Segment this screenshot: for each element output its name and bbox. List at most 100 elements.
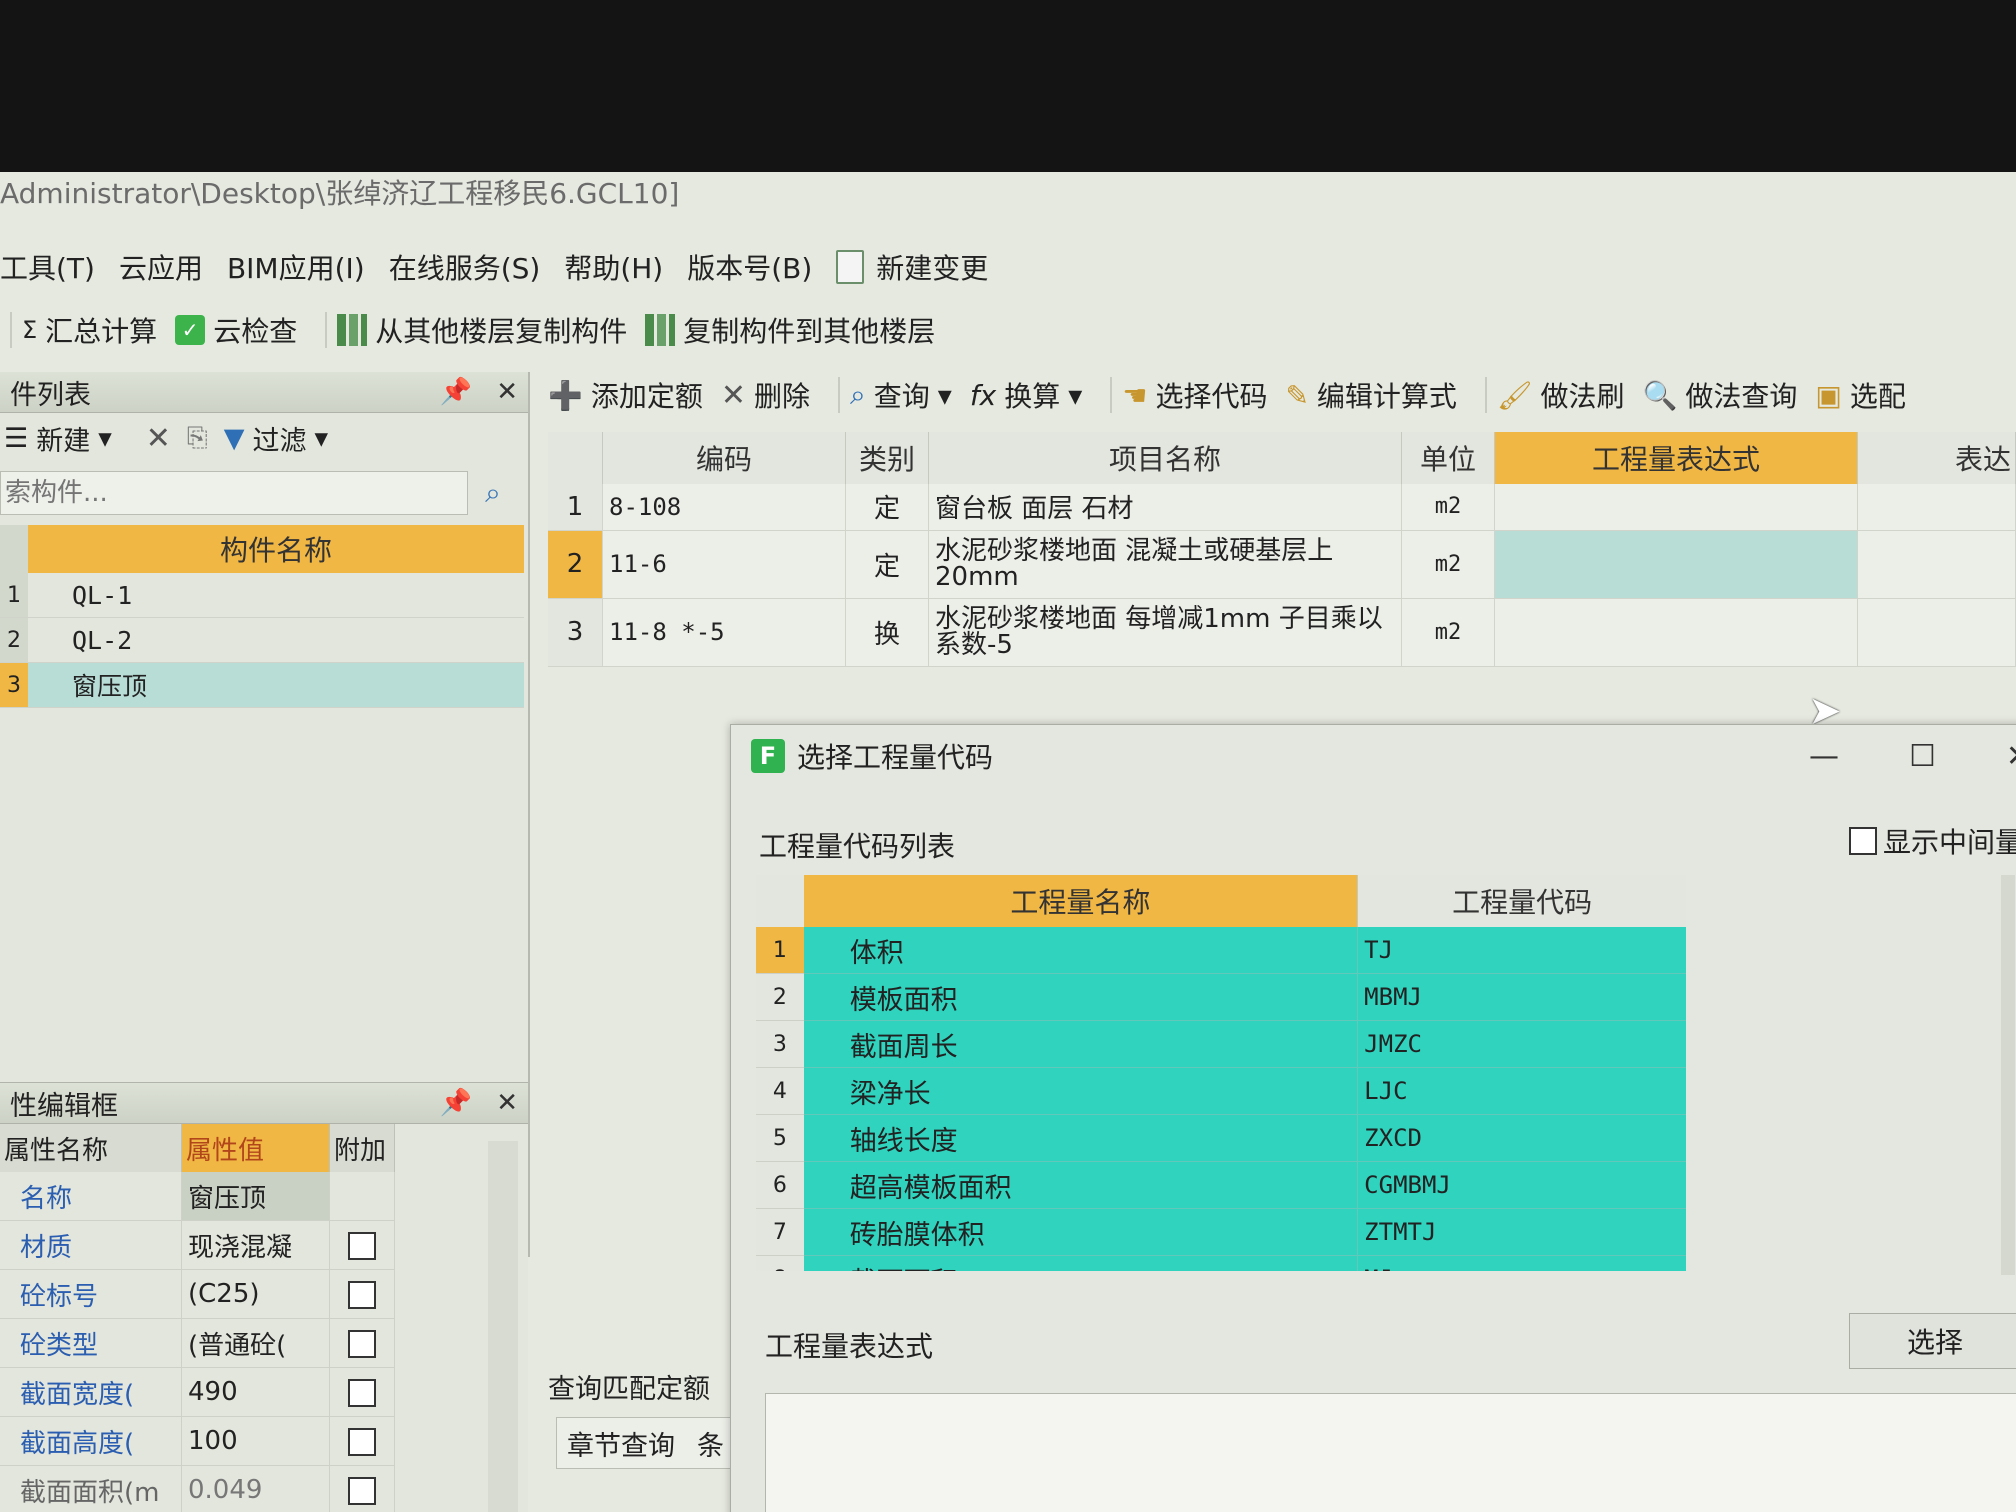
extra-checkbox[interactable] [348, 1427, 376, 1456]
expression-input[interactable] [765, 1393, 2016, 1512]
delete-button[interactable]: ✕ 删除 [721, 375, 810, 415]
menu-version[interactable]: 版本号(B) [687, 247, 812, 287]
second-tab-label[interactable]: 条 [697, 1424, 724, 1463]
filter-button[interactable]: ▼ 过滤 ▾ [224, 419, 328, 458]
property-value[interactable]: (C25) [181, 1269, 330, 1319]
quota-unit[interactable]: m2 [1401, 484, 1495, 531]
close-icon[interactable]: ✕ [496, 377, 518, 407]
close-icon[interactable]: ✕ [496, 1088, 518, 1118]
select-button[interactable]: 选择 [1849, 1313, 2016, 1369]
table-row[interactable]: 8 截面面积 MJ [756, 1255, 1686, 1271]
table-row[interactable]: 2 QL-2 [0, 617, 524, 663]
select-code-button[interactable]: ☚ 选择代码 [1122, 375, 1267, 415]
table-row[interactable]: 6 超高模板面积 CGMBMJ [756, 1161, 1686, 1209]
quantity-name[interactable]: 砖胎膜体积 [803, 1208, 1358, 1256]
quota-unit[interactable]: m2 [1401, 598, 1495, 667]
quantity-name[interactable]: 模板面积 [803, 973, 1358, 1021]
sum-calc-button[interactable]: Σ 汇总计算 [22, 310, 157, 350]
quantity-code[interactable]: JMZC [1357, 1020, 1686, 1068]
cloud-check-button[interactable]: ✓ 云检查 [175, 310, 297, 350]
quantity-code[interactable]: TJ [1357, 927, 1686, 974]
extra-checkbox[interactable] [348, 1280, 376, 1309]
quantity-name[interactable]: 超高模板面积 [803, 1161, 1358, 1209]
query-button[interactable]: ⌕ 查询 ▾ [850, 375, 952, 415]
method-brush-button[interactable]: 🖌 做法刷 [1497, 375, 1625, 415]
delete-icon[interactable]: ✕ [146, 421, 171, 456]
quota-item-name[interactable]: 窗台板 面层 石材 [928, 484, 1402, 531]
new-change-button[interactable]: 新建变更 [836, 247, 988, 287]
property-row[interactable]: 砼标号 (C25) [0, 1269, 395, 1319]
menu-help[interactable]: 帮助(H) [564, 247, 663, 287]
table-row-selected[interactable]: 3 窗压顶 [0, 662, 524, 708]
match-button[interactable]: ▣ 选配 [1815, 375, 1905, 415]
quota-code[interactable]: 11-8 *-5 [602, 598, 846, 667]
table-row[interactable]: 4 梁净长 LJC [756, 1067, 1686, 1115]
convert-button[interactable]: fx 换算 ▾ [970, 375, 1083, 415]
property-row[interactable]: 截面面积(m 0.049 [0, 1465, 395, 1512]
quota-expression[interactable] [1494, 530, 1858, 599]
search-icon[interactable]: ⌕ [468, 476, 518, 510]
quantity-code[interactable]: CGMBMJ [1357, 1161, 1686, 1209]
quota-type[interactable]: 定 [845, 530, 929, 599]
property-value[interactable]: 0.049 [181, 1465, 330, 1512]
property-value[interactable]: 100 [181, 1416, 330, 1466]
add-quota-button[interactable]: ➕ 添加定额 [548, 375, 703, 415]
edit-formula-button[interactable]: ✎ 编辑计算式 [1285, 375, 1456, 415]
new-component-button[interactable]: ☰ 新建 ▾ [4, 419, 112, 458]
table-row[interactable]: 1 8-108 定 窗台板 面层 石材 m2 [548, 484, 2016, 531]
property-row[interactable]: 砼类型 (普通砼( [0, 1318, 395, 1368]
quantity-name[interactable]: 截面面积 [803, 1255, 1358, 1271]
property-value[interactable]: (普通砼( [181, 1318, 330, 1368]
code-grid-scrollbar[interactable] [2001, 875, 2015, 1275]
table-row-selected[interactable]: 2 11-6 定 水泥砂浆楼地面 混凝土或硬基层上 20mm m2 [548, 530, 2016, 599]
extra-checkbox[interactable] [348, 1378, 376, 1407]
extra-checkbox[interactable] [348, 1231, 376, 1260]
quantity-code[interactable]: MBMJ [1357, 973, 1686, 1021]
menu-bim[interactable]: BIM应用(I) [227, 247, 365, 287]
quantity-code[interactable]: ZTMTJ [1357, 1208, 1686, 1256]
menu-tools[interactable]: 工具(T) [0, 247, 95, 287]
property-row[interactable]: 材质 现浇混凝 [0, 1220, 395, 1270]
quantity-code[interactable]: LJC [1357, 1067, 1686, 1115]
quantity-name[interactable]: 体积 [803, 927, 1358, 974]
minimize-icon[interactable]: — [1809, 739, 1839, 774]
extra-checkbox[interactable] [348, 1476, 376, 1505]
property-row[interactable]: 截面高度( 100 [0, 1416, 395, 1466]
quota-type[interactable]: 定 [845, 484, 929, 531]
quota-extra[interactable] [1857, 598, 2016, 667]
quantity-name[interactable]: 梁净长 [803, 1067, 1358, 1115]
table-row[interactable]: 3 截面周长 JMZC [756, 1020, 1686, 1068]
table-row-selected[interactable]: 1 体积 TJ [756, 927, 1686, 974]
copy-icon[interactable]: ⎘ [187, 423, 208, 454]
table-row[interactable]: 3 11-8 *-5 换 水泥砂浆楼地面 每增减1mm 子目乘以系数-5 m2 [548, 598, 2016, 667]
quota-code[interactable]: 8-108 [602, 484, 846, 531]
component-name[interactable]: 窗压顶 [28, 662, 524, 708]
quota-extra[interactable] [1857, 530, 2016, 599]
component-search-input[interactable] [0, 471, 468, 515]
pin-icon[interactable]: 📌 [440, 377, 472, 407]
quantity-name[interactable]: 轴线长度 [803, 1114, 1358, 1162]
table-row[interactable]: 1 QL-1 [0, 573, 524, 618]
menu-cloud[interactable]: 云应用 [119, 247, 203, 287]
quota-unit[interactable]: m2 [1401, 530, 1495, 599]
pin-icon[interactable]: 📌 [440, 1088, 472, 1118]
property-value[interactable]: 490 [181, 1367, 330, 1417]
table-row[interactable]: 5 轴线长度 ZXCD [756, 1114, 1686, 1162]
table-row[interactable]: 7 砖胎膜体积 ZTMTJ [756, 1208, 1686, 1256]
quantity-name[interactable]: 截面周长 [803, 1020, 1358, 1068]
quota-expression[interactable] [1494, 484, 1858, 531]
quota-item-name[interactable]: 水泥砂浆楼地面 每增减1mm 子目乘以系数-5 [928, 598, 1402, 667]
close-icon[interactable]: ✕ [2006, 739, 2016, 774]
quota-item-name[interactable]: 水泥砂浆楼地面 混凝土或硬基层上 20mm [928, 530, 1402, 599]
property-value[interactable]: 窗压顶 [181, 1172, 330, 1221]
copy-to-floor-button[interactable]: 复制构件到其他楼层 [645, 310, 935, 350]
property-value[interactable]: 现浇混凝 [181, 1220, 330, 1270]
quota-code[interactable]: 11-6 [602, 530, 846, 599]
show-middle-checkbox[interactable] [1849, 827, 1877, 855]
property-row[interactable]: 截面宽度( 490 [0, 1367, 395, 1417]
quota-expression[interactable] [1494, 598, 1858, 667]
quota-type[interactable]: 换 [845, 598, 929, 667]
extra-checkbox[interactable] [348, 1329, 376, 1358]
quantity-code[interactable]: ZXCD [1357, 1114, 1686, 1162]
menu-online[interactable]: 在线服务(S) [389, 247, 541, 287]
